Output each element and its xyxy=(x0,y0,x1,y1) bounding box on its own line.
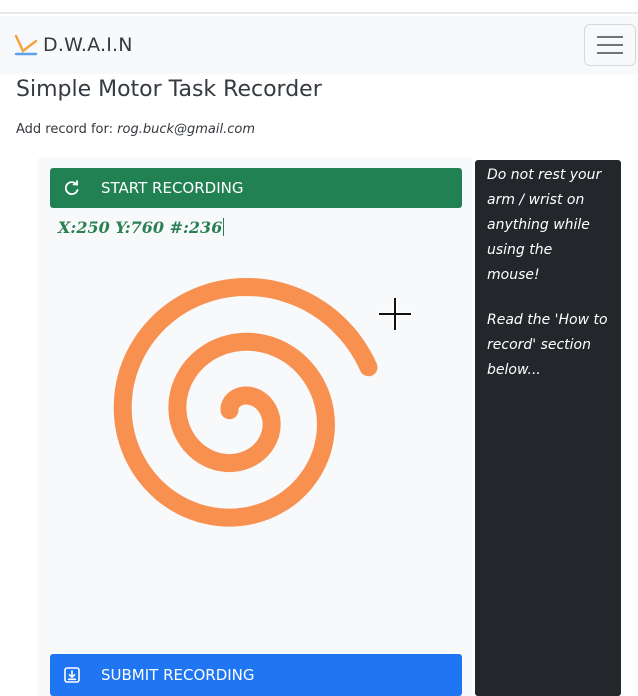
user-email: rog.buck@gmail.com xyxy=(117,122,255,137)
instruction-howto: Read the 'How to record' section below..… xyxy=(487,312,608,378)
instruction-warning: Do not rest your arm / wrist on anything… xyxy=(487,167,602,283)
brand-name: D.W.A.I.N xyxy=(43,34,133,56)
menu-toggle-button[interactable] xyxy=(584,24,636,66)
hamburger-icon xyxy=(597,36,623,54)
page-title: Simple Motor Task Recorder xyxy=(16,77,322,102)
start-recording-button[interactable]: START RECORDING xyxy=(50,168,462,208)
brand-link[interactable]: D.W.A.I.N xyxy=(14,30,133,60)
check-logo-icon xyxy=(14,34,38,56)
recorder-panel: START RECORDING X:250 Y:760 #:236 SUBMIT… xyxy=(38,158,472,696)
submit-recording-label: SUBMIT RECORDING xyxy=(101,666,255,684)
navbar: D.W.A.I.N xyxy=(0,16,638,74)
record-subtitle: Add record for: rog.buck@gmail.com xyxy=(16,122,255,137)
start-recording-label: START RECORDING xyxy=(101,179,244,197)
refresh-icon xyxy=(64,180,79,195)
crosshair-cursor-icon xyxy=(379,298,411,330)
download-icon xyxy=(64,667,80,683)
browser-top-strip xyxy=(0,0,638,14)
submit-recording-button[interactable]: SUBMIT RECORDING xyxy=(50,654,462,696)
spiral-trace xyxy=(113,278,378,527)
subtitle-prefix: Add record for: xyxy=(16,122,113,137)
instruction-panel: Do not rest your arm / wrist on anything… xyxy=(475,160,621,696)
drawing-canvas[interactable] xyxy=(38,210,472,654)
